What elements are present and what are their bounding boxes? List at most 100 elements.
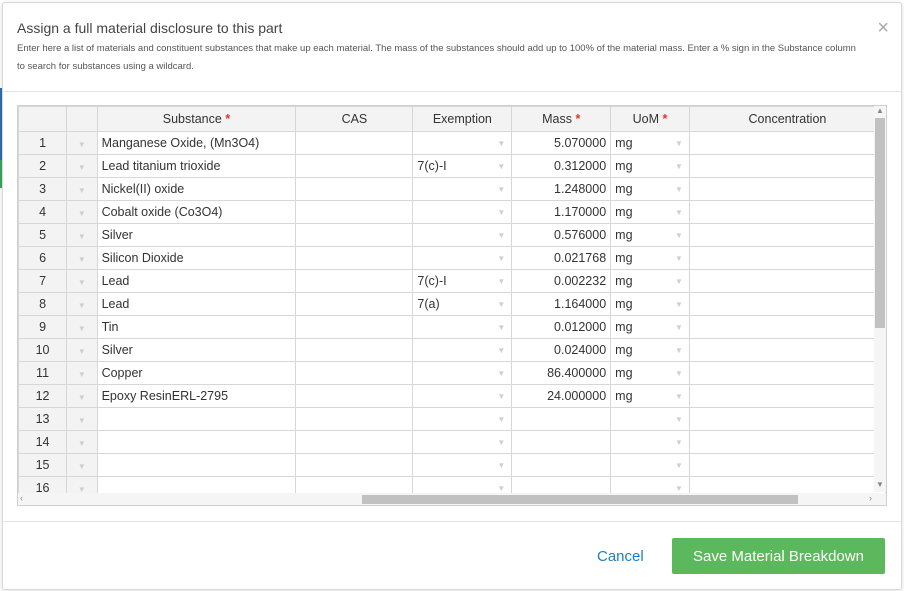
row-dropdown-icon[interactable]: ▼	[66, 131, 98, 155]
uom-cell[interactable]: mg ▼	[610, 200, 690, 224]
concentration-cell[interactable]	[688, 453, 886, 477]
dropdown-caret-icon[interactable]: ▼	[675, 277, 683, 286]
cas-cell[interactable]	[295, 338, 414, 362]
uom-cell[interactable]: mg ▼	[610, 154, 690, 178]
concentration-cell[interactable]	[688, 223, 886, 247]
substance-cell[interactable]: Copper	[96, 361, 297, 385]
dropdown-caret-icon[interactable]: ▼	[497, 208, 505, 217]
dropdown-caret-icon[interactable]: ▼	[497, 484, 505, 493]
dropdown-caret-icon[interactable]: ▼	[497, 300, 505, 309]
table-row[interactable]: 15 ▼ ▼ ▼	[18, 453, 886, 477]
dropdown-caret-icon[interactable]: ▼	[675, 185, 683, 194]
concentration-cell[interactable]	[688, 338, 886, 362]
dropdown-caret-icon[interactable]: ▼	[78, 347, 86, 356]
dropdown-caret-icon[interactable]: ▼	[497, 162, 505, 171]
column-header-uom[interactable]: UoM *	[610, 106, 690, 132]
mass-cell[interactable]: 86.400000	[511, 361, 612, 385]
substance-cell[interactable]: Lead titanium trioxide	[96, 154, 297, 178]
cas-cell[interactable]	[295, 200, 414, 224]
dropdown-caret-icon[interactable]: ▼	[675, 438, 683, 447]
table-row[interactable]: 4 ▼ Cobalt oxide (Co3O4) ▼ 1.170000 mg ▼	[18, 200, 886, 224]
scroll-left-icon[interactable]: ‹	[20, 493, 23, 503]
mass-cell[interactable]: 1.170000	[511, 200, 612, 224]
row-dropdown-icon[interactable]: ▼	[66, 246, 98, 270]
mass-cell[interactable]	[511, 430, 612, 454]
cas-cell[interactable]	[295, 177, 414, 201]
mass-cell[interactable]: 0.021768	[511, 246, 612, 270]
cas-cell[interactable]	[295, 361, 414, 385]
row-dropdown-icon[interactable]: ▼	[66, 430, 98, 454]
substance-cell[interactable]: Epoxy ResinERL-2795	[96, 384, 297, 408]
cas-cell[interactable]	[295, 154, 414, 178]
substance-cell[interactable]: Nickel(II) oxide	[96, 177, 297, 201]
dropdown-caret-icon[interactable]: ▼	[675, 162, 683, 171]
row-dropdown-icon[interactable]: ▼	[66, 269, 98, 293]
uom-cell[interactable]: mg ▼	[610, 338, 690, 362]
cas-cell[interactable]	[295, 384, 414, 408]
substance-cell[interactable]: Silicon Dioxide	[96, 246, 297, 270]
substance-cell[interactable]: Lead	[96, 292, 297, 316]
uom-cell[interactable]: mg ▼	[610, 292, 690, 316]
mass-cell[interactable]: 0.024000	[511, 338, 612, 362]
row-dropdown-icon[interactable]: ▼	[66, 315, 98, 339]
table-row[interactable]: 6 ▼ Silicon Dioxide ▼ 0.021768 mg ▼	[18, 246, 886, 270]
concentration-cell[interactable]	[688, 154, 886, 178]
column-header-substance[interactable]: Substance *	[96, 106, 297, 132]
substance-cell[interactable]	[96, 430, 297, 454]
mass-cell[interactable]: 1.248000	[511, 177, 612, 201]
row-dropdown-icon[interactable]: ▼	[66, 154, 98, 178]
concentration-cell[interactable]	[688, 430, 886, 454]
uom-cell[interactable]: ▼	[610, 430, 690, 454]
cas-cell[interactable]	[295, 223, 414, 247]
dropdown-caret-icon[interactable]: ▼	[675, 484, 683, 493]
uom-cell[interactable]: mg ▼	[610, 269, 690, 293]
scroll-right-icon[interactable]: ›	[869, 493, 872, 503]
mass-cell[interactable]: 5.070000	[511, 131, 612, 155]
dropdown-caret-icon[interactable]: ▼	[497, 254, 505, 263]
mass-cell[interactable]	[511, 407, 612, 431]
scroll-down-icon[interactable]: ▼	[874, 480, 886, 492]
table-row[interactable]: 13 ▼ ▼ ▼	[18, 407, 886, 431]
table-row[interactable]: 8 ▼ Lead 7(a) ▼ 1.164000 mg ▼	[18, 292, 886, 316]
uom-cell[interactable]: mg ▼	[610, 223, 690, 247]
concentration-cell[interactable]	[688, 361, 886, 385]
dropdown-caret-icon[interactable]: ▼	[78, 140, 86, 149]
dropdown-caret-icon[interactable]: ▼	[78, 439, 86, 448]
dropdown-caret-icon[interactable]: ▼	[497, 185, 505, 194]
exemption-cell[interactable]: ▼	[412, 315, 513, 339]
mass-cell[interactable]	[511, 453, 612, 477]
dropdown-caret-icon[interactable]: ▼	[78, 278, 86, 287]
dropdown-caret-icon[interactable]: ▼	[675, 208, 683, 217]
exemption-cell[interactable]: ▼	[412, 430, 513, 454]
cancel-button[interactable]: Cancel	[597, 548, 644, 565]
exemption-cell[interactable]: ▼	[412, 407, 513, 431]
dropdown-caret-icon[interactable]: ▼	[78, 324, 86, 333]
dropdown-caret-icon[interactable]: ▼	[78, 163, 86, 172]
cas-cell[interactable]	[295, 131, 414, 155]
dropdown-caret-icon[interactable]: ▼	[675, 415, 683, 424]
dropdown-caret-icon[interactable]: ▼	[78, 393, 86, 402]
mass-cell[interactable]: 1.164000	[511, 292, 612, 316]
dropdown-caret-icon[interactable]: ▼	[497, 323, 505, 332]
substance-cell[interactable]: Silver	[96, 223, 297, 247]
concentration-cell[interactable]	[688, 315, 886, 339]
dropdown-caret-icon[interactable]: ▼	[675, 231, 683, 240]
uom-cell[interactable]: mg ▼	[610, 131, 690, 155]
concentration-cell[interactable]	[688, 200, 886, 224]
exemption-cell[interactable]: ▼	[412, 338, 513, 362]
exemption-cell[interactable]: 7(a) ▼	[412, 292, 513, 316]
table-row[interactable]: 10 ▼ Silver ▼ 0.024000 mg ▼	[18, 338, 886, 362]
row-dropdown-icon[interactable]: ▼	[66, 407, 98, 431]
substance-cell[interactable]: Silver	[96, 338, 297, 362]
dropdown-caret-icon[interactable]: ▼	[675, 392, 683, 401]
dropdown-caret-icon[interactable]: ▼	[497, 415, 505, 424]
row-dropdown-icon[interactable]: ▼	[66, 200, 98, 224]
concentration-cell[interactable]	[688, 269, 886, 293]
dropdown-caret-icon[interactable]: ▼	[675, 461, 683, 470]
exemption-cell[interactable]: ▼	[412, 200, 513, 224]
table-row[interactable]: 12 ▼ Epoxy ResinERL-2795 ▼ 24.000000 mg ▼	[18, 384, 886, 408]
substance-cell[interactable]	[96, 407, 297, 431]
dropdown-caret-icon[interactable]: ▼	[78, 462, 86, 471]
dropdown-caret-icon[interactable]: ▼	[675, 300, 683, 309]
cas-cell[interactable]	[295, 269, 414, 293]
